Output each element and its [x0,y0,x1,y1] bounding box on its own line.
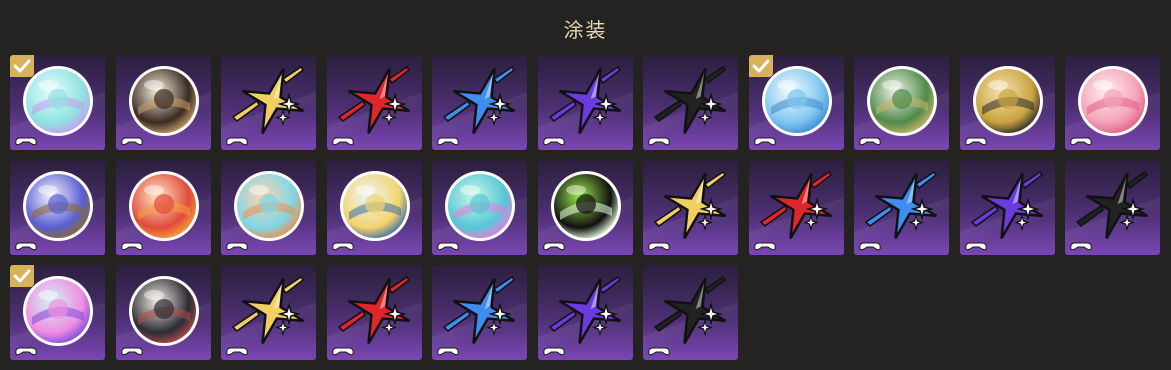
controller-icon [437,347,459,356]
check-icon [10,265,34,287]
skin-tile[interactable] [537,55,633,150]
skin-tile[interactable] [115,160,211,255]
controller-icon [15,137,37,146]
controller-icon [437,137,459,146]
controller-icon [1070,137,1092,146]
controller-icon [964,137,987,146]
skin-tile[interactable] [959,160,1055,255]
controller-icon [15,347,37,356]
controller-icon [542,242,565,251]
star-emblem-gold-icon [231,65,305,134]
pink-portrait-icon [1078,66,1148,136]
skin-tile[interactable] [643,160,738,255]
crest-badge-icon [23,171,93,241]
skin-tile[interactable] [221,160,316,255]
skin-tile[interactable] [221,55,316,150]
star-emblem-blue-icon [442,275,516,344]
skin-tile[interactable] [10,55,105,150]
skin-tile[interactable] [643,265,738,360]
star-emblem-blue-icon [442,65,516,134]
skin-tile[interactable] [326,160,422,255]
skin-tile[interactable] [115,265,211,360]
skin-tile[interactable] [748,160,844,255]
star-emblem-purple-icon [548,275,621,344]
chibi-hero-icon [339,171,410,241]
skin-tile[interactable] [221,265,316,360]
skin-tile[interactable] [326,265,422,360]
skin-tile[interactable] [115,55,211,150]
star-emblem-red-icon [759,170,832,239]
star-emblem-red-icon [337,65,410,134]
skin-tile[interactable] [537,160,633,255]
controller-icon [120,347,143,356]
star-emblem-blue-icon [864,170,938,239]
duo-portrait-icon [128,276,199,346]
star-emblem-black-icon [653,275,727,344]
skin-grid [10,55,1160,360]
star-emblem-gold-icon [653,170,727,239]
controller-icon [331,242,354,251]
page-title: 涂装 [563,18,608,42]
controller-icon [120,137,143,146]
check-icon [748,55,773,77]
twin-creatures-icon [867,66,937,136]
controller-icon [331,347,354,356]
skin-tile[interactable] [643,55,738,150]
skin-tile[interactable] [959,55,1055,150]
skin-tile[interactable] [326,55,422,150]
controller-icon [226,242,248,251]
star-emblem-black-icon [1075,170,1149,239]
controller-icon [120,242,143,251]
character-portrait-icon [128,66,199,136]
controller-icon [226,347,248,356]
skin-tile[interactable] [537,265,633,360]
controller-icon [542,347,565,356]
skin-tile[interactable] [10,160,105,255]
controller-icon [648,137,670,146]
green-glitch-icon [550,171,621,241]
star-emblem-gold-icon [231,275,305,344]
skin-tile[interactable] [748,55,844,150]
controller-icon [964,242,987,251]
star-emblem-purple-icon [970,170,1043,239]
controller-icon [15,242,37,251]
controller-icon [437,242,459,251]
skin-tile[interactable] [432,55,527,150]
star-emblem-purple-icon [548,65,621,134]
controller-icon [753,137,776,146]
skin-tile[interactable] [432,160,527,255]
skin-tile[interactable] [1065,160,1160,255]
skin-tile[interactable] [432,265,527,360]
star-emblem-red-icon [337,275,410,344]
crystal-mask-icon [234,171,304,241]
skin-tile[interactable] [854,55,949,150]
golden-compass-icon [972,66,1043,136]
skin-tile[interactable] [854,160,949,255]
controller-icon [648,347,670,356]
pastel-swirl-icon [445,171,515,241]
controller-icon [753,242,776,251]
controller-icon [859,242,881,251]
skin-tile[interactable] [1065,55,1160,150]
star-emblem-black-icon [653,65,727,134]
controller-icon [1070,242,1092,251]
controller-icon [859,137,881,146]
controller-icon [648,242,670,251]
festival-mascots-icon [128,171,199,241]
controller-icon [331,137,354,146]
controller-icon [542,137,565,146]
controller-icon [226,137,248,146]
check-icon [10,55,34,77]
skin-tile[interactable] [10,265,105,360]
